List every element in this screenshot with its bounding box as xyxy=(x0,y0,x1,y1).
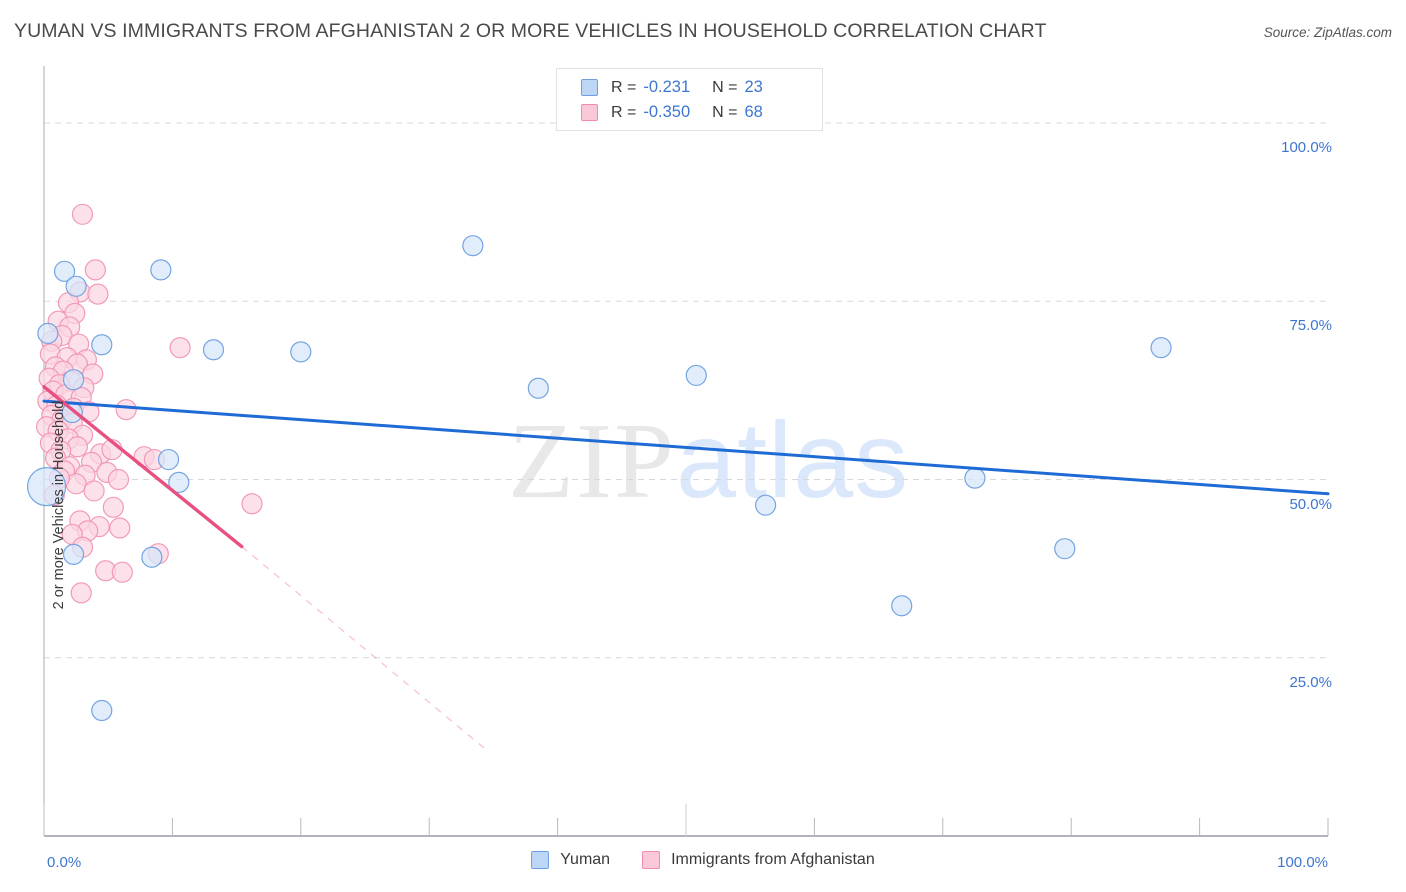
data-point[interactable] xyxy=(83,480,105,502)
data-point[interactable] xyxy=(1150,337,1172,359)
legend-swatch-afghanistan xyxy=(581,104,598,121)
data-point[interactable] xyxy=(107,468,130,491)
legend-swatch-yuman xyxy=(581,79,598,96)
y-axis-tick-label: 25.0% xyxy=(1289,673,1332,691)
data-point[interactable] xyxy=(87,283,109,305)
series-legend-label-yuman: Yuman xyxy=(560,851,611,868)
r-label: R = xyxy=(611,103,637,121)
data-point[interactable] xyxy=(111,561,133,583)
data-point[interactable] xyxy=(169,337,191,359)
data-point[interactable] xyxy=(241,493,263,515)
data-point[interactable] xyxy=(37,322,59,344)
data-point[interactable] xyxy=(65,275,87,297)
data-point[interactable] xyxy=(755,494,777,516)
y-axis-tick-label: 50.0% xyxy=(1289,495,1332,513)
data-point[interactable] xyxy=(91,334,113,356)
data-point[interactable] xyxy=(102,496,124,518)
data-point[interactable] xyxy=(891,595,913,617)
source-label: Source: ZipAtlas.com xyxy=(1263,25,1392,40)
data-point[interactable] xyxy=(91,699,113,722)
correlation-legend-row: R = -0.350 N = 68 xyxy=(557,100,822,125)
data-point[interactable] xyxy=(26,467,67,507)
r-value-afghanistan: -0.350 xyxy=(643,103,691,121)
series-legend-item-afghanistan[interactable]: Immigrants from Afghanistan xyxy=(642,851,875,869)
series-legend-swatch-yuman xyxy=(531,851,550,869)
data-point[interactable] xyxy=(84,259,106,281)
n-value-yuman: 23 xyxy=(744,78,763,96)
series-legend-item-yuman[interactable]: Yuman xyxy=(531,851,610,869)
n-value-afghanistan: 68 xyxy=(744,103,763,121)
data-point[interactable] xyxy=(62,369,85,391)
data-point[interactable] xyxy=(1054,538,1076,560)
correlation-chart: YUMAN VS IMMIGRANTS FROM AFGHANISTAN 2 O… xyxy=(0,0,1406,892)
y-axis-tick-label: 75.0% xyxy=(1289,317,1332,335)
data-point[interactable] xyxy=(62,543,85,565)
r-value-yuman: -0.231 xyxy=(643,78,691,96)
correlation-legend-row: R = -0.231 N = 23 xyxy=(557,75,822,100)
series-legend: Yuman Immigrants from Afghanistan xyxy=(0,851,1406,869)
data-point[interactable] xyxy=(157,448,180,471)
series-legend-label-afghanistan: Immigrants from Afghanistan xyxy=(671,851,875,868)
series-legend-swatch-afghanistan xyxy=(642,851,661,869)
plot-area: 2 or more Vehicles in Household xyxy=(26,66,1330,837)
n-label: N = xyxy=(712,103,738,121)
n-label: N = xyxy=(712,78,738,96)
data-point[interactable] xyxy=(685,364,707,387)
trendline-extension-afghanistan xyxy=(241,546,488,751)
y-axis-tick-label: 100.0% xyxy=(1281,139,1332,157)
r-label: R = xyxy=(611,78,637,96)
data-point[interactable] xyxy=(70,582,92,604)
data-point[interactable] xyxy=(71,203,94,225)
data-point[interactable] xyxy=(150,259,172,281)
data-point[interactable] xyxy=(290,341,312,363)
data-point[interactable] xyxy=(527,377,549,399)
correlation-legend: R = -0.231 N = 23 R = -0.350 N = 68 xyxy=(556,68,823,131)
series-points-yuman xyxy=(26,235,1172,722)
data-point[interactable] xyxy=(462,235,484,257)
data-point[interactable] xyxy=(109,517,131,539)
data-point[interactable] xyxy=(141,546,163,568)
data-point[interactable] xyxy=(964,467,986,489)
page-title: YUMAN VS IMMIGRANTS FROM AFGHANISTAN 2 O… xyxy=(14,20,1047,42)
plot-svg xyxy=(26,66,1330,837)
data-point[interactable] xyxy=(202,339,225,361)
data-point[interactable] xyxy=(115,399,137,421)
